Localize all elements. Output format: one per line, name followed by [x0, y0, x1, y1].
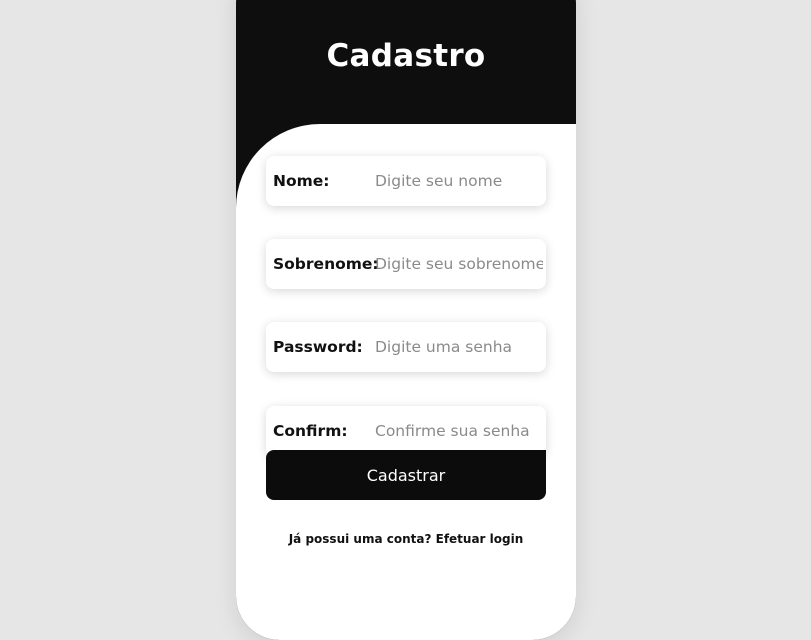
login-question: Já possui uma conta?	[288, 532, 432, 546]
password-label: Password:	[273, 338, 363, 356]
password-input[interactable]	[372, 330, 543, 364]
confirm-password-field: Confirm:	[266, 406, 546, 456]
page-title: Cadastro	[326, 38, 486, 74]
register-button[interactable]: Cadastrar	[266, 450, 546, 500]
login-link[interactable]: Efetuar login	[436, 532, 524, 546]
name-field: Nome:	[266, 156, 546, 206]
surname-input[interactable]	[372, 247, 543, 281]
name-input[interactable]	[372, 164, 543, 198]
signup-card: Cadastro Nome: Sobrenome: Password: Conf…	[236, 0, 576, 640]
surname-label: Sobrenome:	[273, 255, 379, 273]
signup-form: Nome: Sobrenome: Password: Confirm: Cada…	[236, 124, 576, 640]
confirm-password-label: Confirm:	[273, 422, 348, 440]
password-field: Password:	[266, 322, 546, 372]
confirm-password-input[interactable]	[372, 414, 543, 448]
surname-field: Sobrenome:	[266, 239, 546, 289]
name-label: Nome:	[273, 172, 330, 190]
login-prompt: Já possui uma conta? Efetuar login	[236, 532, 576, 546]
